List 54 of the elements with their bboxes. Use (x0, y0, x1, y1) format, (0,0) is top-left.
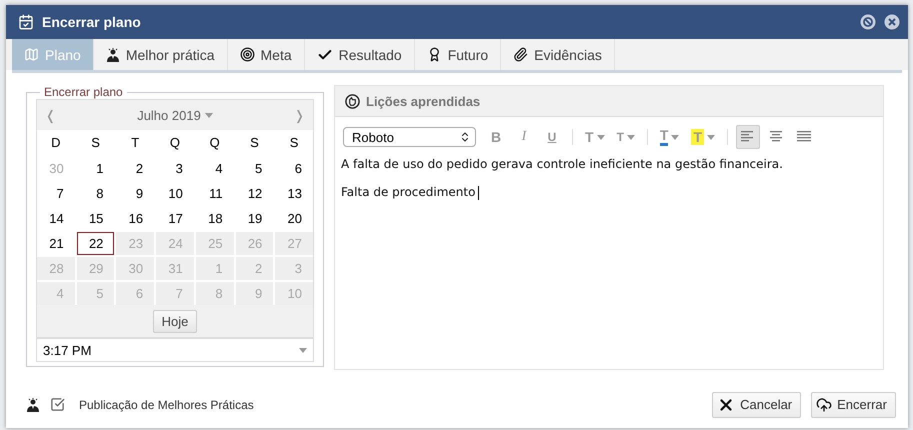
calendar-icon (18, 14, 34, 30)
calendar-day: 10 (275, 282, 313, 305)
caret-icon (626, 134, 635, 140)
calendar-day: 1 (196, 257, 234, 280)
calendar-day: 4 (37, 282, 75, 305)
calendar-day[interactable]: 22 (76, 232, 114, 255)
caret-icon (596, 134, 605, 140)
editor-text: A falta de uso do pedido gerava controle ineficiente na gestão financeira. (341, 157, 784, 171)
calendar-day: 30 (116, 257, 154, 280)
editor-text: Falta de procedimento (341, 185, 877, 200)
calendar-day: 3 (275, 257, 313, 280)
close-plan-button[interactable]: Encerrar (811, 392, 896, 418)
today-button[interactable]: Hoje (152, 310, 198, 333)
fieldset-legend: Encerrar plano (40, 85, 127, 99)
calendar-day: 28 (37, 257, 75, 280)
caret-icon (204, 112, 213, 118)
month-selector[interactable]: Julho 2019 (137, 108, 213, 122)
panel-title: Lições aprendidas (366, 94, 480, 108)
calendar-day: 7 (156, 282, 194, 305)
caret-icon (299, 348, 307, 352)
align-left-button[interactable] (736, 125, 760, 149)
calendar-day: 2 (236, 257, 274, 280)
calendar-day: 25 (196, 232, 234, 255)
calendar-day: 9 (236, 282, 274, 305)
target-icon (240, 47, 255, 62)
align-left-icon (741, 131, 756, 143)
calendar-day: 5 (76, 282, 114, 305)
window-title: Encerrar plano (42, 14, 142, 30)
align-center-icon (769, 131, 784, 143)
caret-icon (707, 134, 716, 140)
calendar-day: 26 (236, 232, 274, 255)
close-button[interactable] (884, 14, 900, 30)
checkbox-label: Publicação de Melhores Práticas (79, 398, 255, 412)
calendar-day: 8 (196, 282, 234, 305)
map-icon (24, 47, 39, 62)
calendar-day: 31 (156, 257, 194, 280)
align-justify-icon (797, 131, 812, 143)
checkbox[interactable] (50, 397, 65, 412)
select-arrows-icon (459, 131, 471, 143)
person-bulb-icon (106, 48, 120, 62)
hand-icon (345, 94, 360, 108)
person-bulb-icon (26, 398, 40, 412)
cancel-button[interactable]: Cancelar (712, 392, 802, 418)
calendar-day: 6 (116, 282, 154, 305)
cloud-upload-icon (816, 396, 832, 412)
caret-icon (671, 134, 680, 140)
font-select[interactable]: Roboto (343, 127, 476, 147)
calendar-day: 24 (156, 232, 194, 255)
time-field[interactable]: 3:17 PM (36, 338, 314, 362)
calendar-day: 23 (116, 232, 154, 255)
calendar-day: 27 (275, 232, 313, 255)
minimize-button[interactable] (860, 14, 876, 30)
paperclip-icon (513, 47, 528, 62)
calendar-day: 29 (76, 257, 114, 280)
